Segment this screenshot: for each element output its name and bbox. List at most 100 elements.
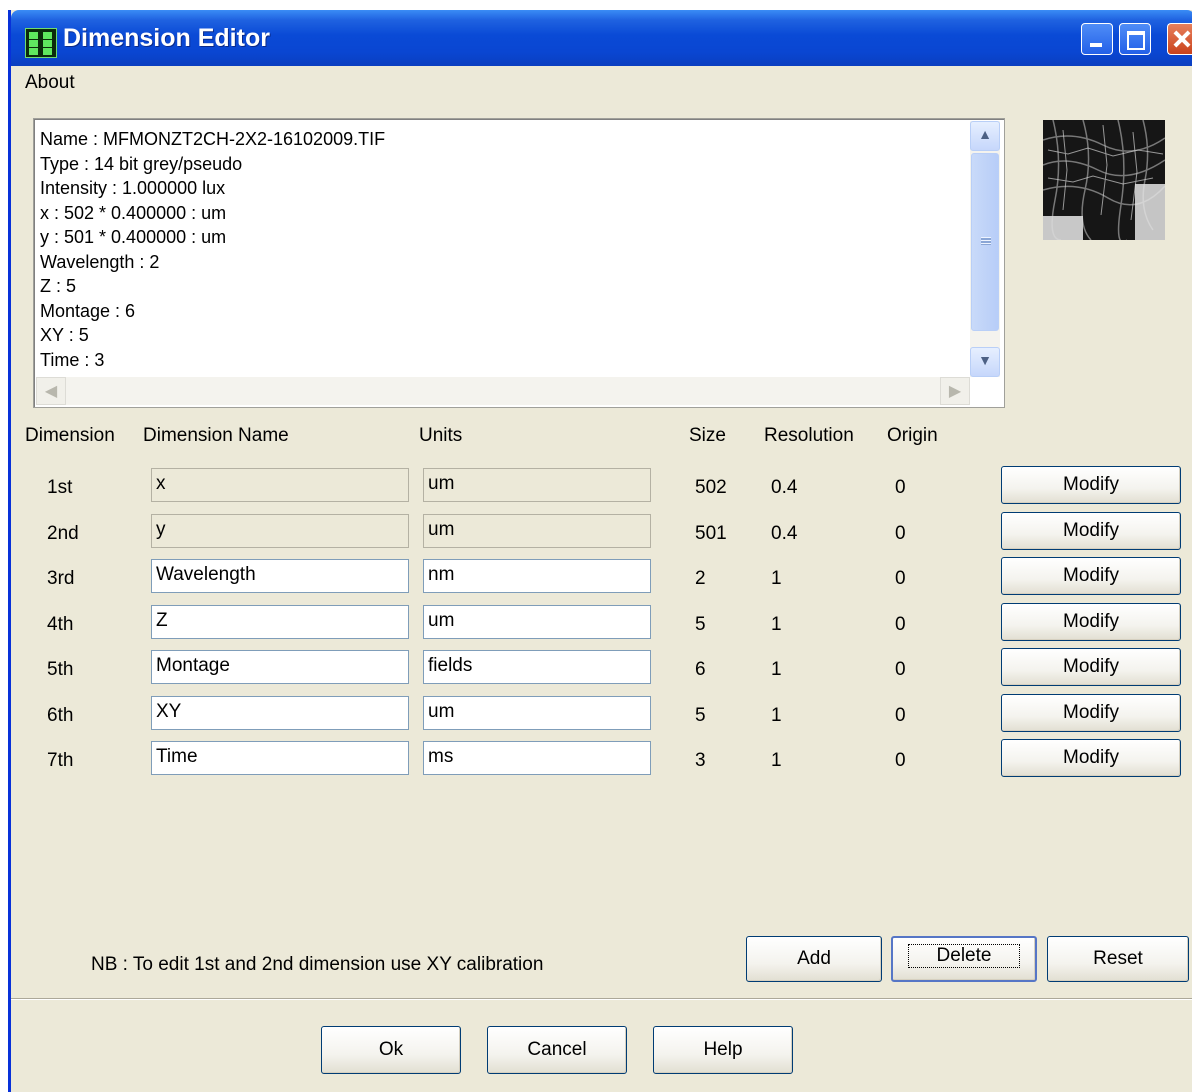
resolution-value: 0.4 — [771, 523, 798, 544]
minimize-icon[interactable] — [1081, 23, 1113, 55]
title-bar[interactable]: Dimension Editor — [11, 10, 1192, 66]
modify-label: Modify — [1063, 702, 1119, 723]
info-line-name: Name : MFMONZT2CH-2X2-16102009.TIF — [40, 129, 386, 149]
add-label: Add — [797, 948, 831, 969]
separator — [11, 998, 1192, 1000]
dimension-editor-window: Dimension Editor About Name : MFMONZT2CH… — [8, 10, 1192, 1092]
vertical-scrollbar[interactable]: ▲ ▼ — [970, 121, 1000, 377]
size-value: 3 — [695, 750, 706, 771]
ok-label: Ok — [378, 1039, 404, 1060]
chevron-up-icon[interactable]: ▲ — [970, 121, 1000, 151]
dimension-name-field[interactable]: Z — [151, 605, 409, 639]
info-line-intensity: Intensity : 1.000000 lux — [40, 178, 226, 198]
units-field[interactable]: fields — [423, 650, 651, 684]
modify-label: Modify — [1063, 656, 1119, 677]
row-label: 7th — [47, 750, 74, 771]
info-line-wavelength: Wavelength : 2 — [40, 251, 160, 272]
delete-label: Delete — [907, 944, 1021, 968]
origin-value: 0 — [895, 750, 906, 771]
modify-button[interactable]: Modify — [1001, 557, 1181, 595]
help-button[interactable]: Help — [653, 1026, 793, 1074]
size-value: 5 — [695, 705, 706, 726]
modify-label: Modify — [1063, 474, 1119, 495]
info-line-z: Z : 5 — [40, 276, 77, 296]
add-button[interactable]: Add — [746, 936, 882, 982]
size-value: 6 — [695, 659, 706, 680]
row-label: 4th — [47, 614, 74, 635]
dimension-name-field: x — [151, 468, 409, 502]
close-icon[interactable] — [1167, 23, 1192, 55]
cancel-button[interactable]: Cancel — [487, 1026, 627, 1074]
resolution-value: 1 — [771, 614, 782, 635]
row-label: 6th — [47, 705, 74, 726]
header-origin: Origin — [887, 425, 938, 446]
scroll-thumb[interactable] — [971, 153, 999, 331]
chevron-right-icon[interactable]: ▶ — [940, 377, 970, 405]
file-info-textbox[interactable]: Name : MFMONZT2CH-2X2-16102009.TIF Type :… — [33, 118, 1005, 408]
app-grid-icon[interactable] — [25, 28, 57, 58]
modify-button[interactable]: Modify — [1001, 466, 1181, 504]
origin-value: 0 — [895, 477, 906, 498]
size-value: 5 — [695, 614, 706, 635]
chevron-left-icon[interactable]: ◀ — [36, 377, 66, 405]
modify-label: Modify — [1063, 520, 1119, 541]
origin-value: 0 — [895, 705, 906, 726]
header-dimension: Dimension — [25, 425, 115, 446]
header-resolution: Resolution — [764, 425, 854, 446]
calibration-note: NB : To edit 1st and 2nd dimension use X… — [91, 954, 544, 975]
modify-button[interactable]: Modify — [1001, 512, 1181, 550]
size-value: 502 — [695, 477, 727, 498]
modify-label: Modify — [1063, 611, 1119, 632]
grip-icon — [981, 237, 991, 245]
units-field[interactable]: um — [423, 696, 651, 730]
row-label: 1st — [47, 477, 73, 498]
dimension-name-field[interactable]: XY — [151, 696, 409, 730]
dimension-name-field: y — [151, 514, 409, 548]
chevron-down-icon[interactable]: ▼ — [970, 347, 1000, 377]
info-line-xy: XY : 5 — [40, 325, 89, 345]
units-field: um — [423, 514, 651, 548]
units-field[interactable]: um — [423, 605, 651, 639]
modify-button[interactable]: Modify — [1001, 694, 1181, 732]
units-field[interactable]: ms — [423, 741, 651, 775]
resolution-value: 1 — [771, 705, 782, 726]
modify-label: Modify — [1063, 565, 1119, 586]
resolution-value: 1 — [771, 750, 782, 771]
resolution-value: 1 — [771, 659, 782, 680]
modify-button[interactable]: Modify — [1001, 739, 1181, 777]
info-line-type: Type : 14 bit grey/pseudo — [40, 153, 243, 174]
image-thumbnail — [1043, 120, 1165, 240]
header-dimension-name: Dimension Name — [143, 425, 289, 446]
size-value: 501 — [695, 523, 727, 544]
maximize-icon[interactable] — [1119, 23, 1151, 55]
modify-button[interactable]: Modify — [1001, 603, 1181, 641]
cancel-label: Cancel — [527, 1039, 587, 1060]
row-label: 5th — [47, 659, 74, 680]
menu-about[interactable]: About — [25, 72, 75, 94]
modify-label: Modify — [1063, 747, 1119, 768]
units-field: um — [423, 468, 651, 502]
file-info-text: Name : MFMONZT2CH-2X2-16102009.TIF Type :… — [40, 127, 385, 372]
info-line-x: x : 502 * 0.400000 : um — [40, 202, 227, 223]
reset-label: Reset — [1093, 948, 1143, 969]
reset-button[interactable]: Reset — [1047, 936, 1189, 982]
modify-button[interactable]: Modify — [1001, 648, 1181, 686]
menu-bar: About — [11, 66, 1192, 96]
resolution-value: 0.4 — [771, 477, 798, 498]
info-line-time: Time : 3 — [40, 349, 105, 370]
units-field[interactable]: nm — [423, 559, 651, 593]
horizontal-scrollbar[interactable]: ◀ ▶ — [36, 377, 970, 405]
info-line-y: y : 501 * 0.400000 : um — [40, 227, 227, 247]
row-label: 2nd — [47, 523, 79, 544]
origin-value: 0 — [895, 523, 906, 544]
origin-value: 0 — [895, 568, 906, 589]
dimension-name-field[interactable]: Montage — [151, 650, 409, 684]
ok-button[interactable]: Ok — [321, 1026, 461, 1074]
resolution-value: 1 — [771, 568, 782, 589]
header-size: Size — [689, 425, 726, 446]
help-label: Help — [703, 1039, 743, 1060]
info-line-montage: Montage : 6 — [40, 300, 136, 321]
dimension-name-field[interactable]: Time — [151, 741, 409, 775]
dimension-name-field[interactable]: Wavelength — [151, 559, 409, 593]
delete-button[interactable]: Delete — [891, 936, 1037, 982]
